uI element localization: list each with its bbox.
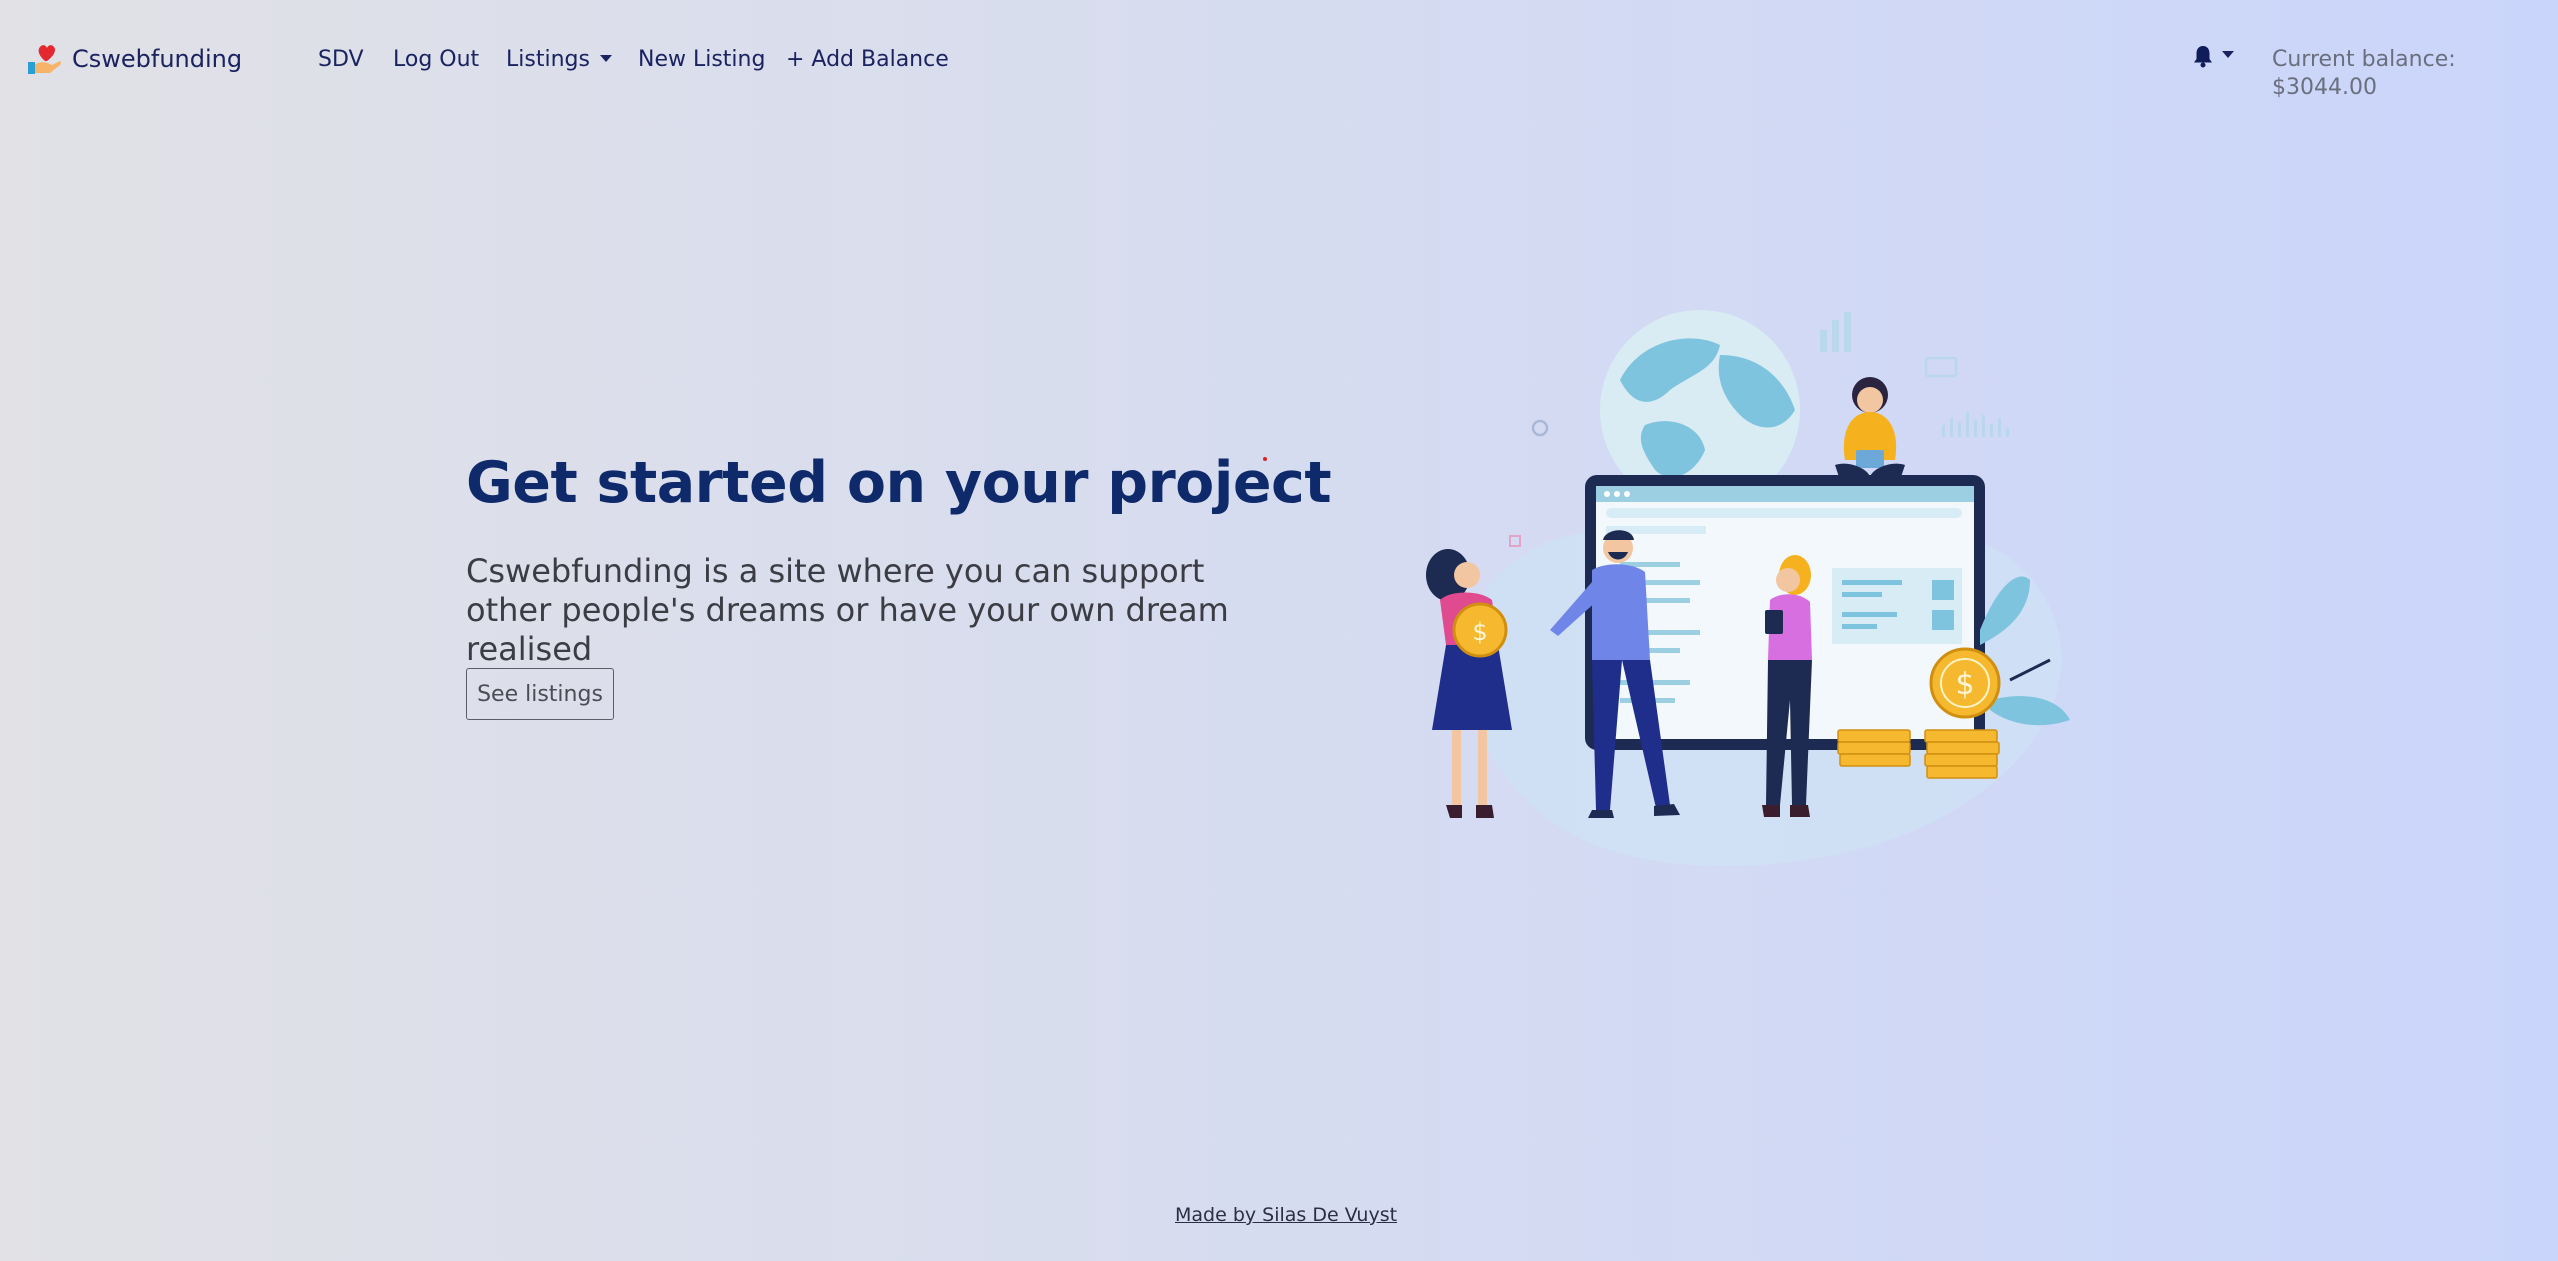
nav-link-logout[interactable]: Log Out: [393, 46, 479, 74]
svg-text:$: $: [1955, 667, 1974, 702]
nav-dropdown-listings[interactable]: Listings: [506, 46, 612, 74]
see-listings-button[interactable]: See listings: [466, 668, 614, 720]
hero-subtitle: Cswebfunding is a site where you can sup…: [466, 552, 1229, 668]
nav-dropdown-listings-label: Listings: [506, 47, 590, 72]
notifications-dropdown[interactable]: [2192, 44, 2234, 68]
footer-credit-link[interactable]: Made by Silas De Vuyst: [1175, 1204, 1397, 1226]
svg-text:$: $: [1472, 618, 1487, 646]
caret-down-icon: [2222, 50, 2234, 58]
brand-name: Cswebfunding: [72, 45, 243, 73]
crowdfunding-illustration: $ $: [1426, 310, 2070, 867]
nav-link-add-balance[interactable]: + Add Balance: [786, 46, 949, 74]
nav-link-new-listing[interactable]: New Listing: [638, 46, 765, 74]
nav-link-sdv[interactable]: SDV: [318, 46, 364, 74]
brand-link[interactable]: Cswebfunding: [26, 40, 242, 78]
caret-down-icon: [599, 54, 612, 62]
top-navbar: Cswebfunding SDV Log Out Listings New Li…: [0, 0, 2558, 120]
decorative-dot: [1263, 457, 1267, 461]
bell-icon: [2194, 46, 2212, 68]
hero-title: Get started on your project: [466, 450, 1332, 516]
current-balance: Current balance: $3044.00: [2272, 47, 2456, 100]
heart-hand-logo-icon: [28, 45, 61, 74]
